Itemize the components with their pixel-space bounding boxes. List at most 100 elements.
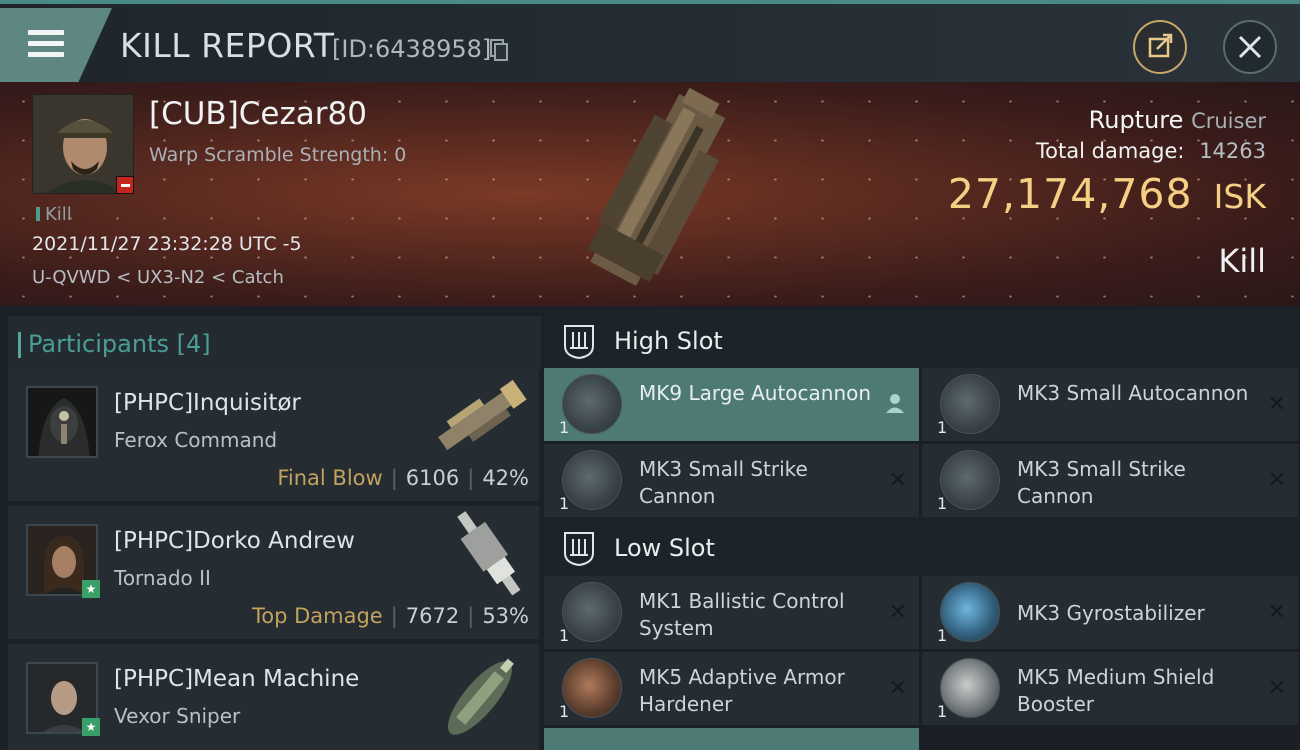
ship-class: Cruiser xyxy=(1191,109,1266,133)
participant-ship-image xyxy=(457,511,521,596)
module-quantity: 1 xyxy=(559,418,570,437)
module-slot[interactable] xyxy=(544,728,919,750)
participant-name: [PHPC]Inquisitør xyxy=(114,390,301,416)
participants-count: [4] xyxy=(176,330,211,358)
module-slot[interactable]: 1 MK3 Gyrostabilizer ✕ xyxy=(922,576,1298,649)
slot-icon xyxy=(564,532,594,567)
module-name: MK3 Small Autocannon xyxy=(1017,381,1249,405)
menu-icon xyxy=(28,30,64,60)
avatar xyxy=(26,386,98,458)
menu-button[interactable] xyxy=(0,8,112,82)
module-name: MK5 Adaptive Armor Hardener xyxy=(639,665,845,716)
fitting-panel: High Slot 1 MK9 Large Autocannon 1 MK3 S… xyxy=(544,306,1300,750)
participants-panel: Participants [4] [PHPC]Inquisitør Ferox … xyxy=(0,306,543,750)
participant-ship: Tornado II xyxy=(114,566,211,590)
module-quantity: 1 xyxy=(937,626,948,645)
total-damage-label: Total damage: xyxy=(1035,139,1185,163)
final-blow-tag: Final Blow xyxy=(277,466,383,490)
module-quantity: 1 xyxy=(559,494,570,513)
module-quantity: 1 xyxy=(559,626,570,645)
top-damage-tag: Top Damage xyxy=(251,604,383,628)
participant-damage: 6106 xyxy=(405,466,460,490)
module-slot[interactable]: 1 MK3 Small Autocannon ✕ xyxy=(922,368,1298,441)
module-quantity: 1 xyxy=(937,418,948,437)
x-icon: ✕ xyxy=(1267,676,1286,701)
x-icon: ✕ xyxy=(1267,600,1286,625)
module-quantity: 1 xyxy=(559,702,570,721)
module-name: MK3 Small Strike Cannon xyxy=(1017,457,1186,508)
shield-booster-icon xyxy=(940,658,1000,718)
participants-header: Participants [4] xyxy=(8,316,541,370)
total-damage-value: 14263 xyxy=(1199,139,1266,163)
strike-cannon-icon xyxy=(940,450,1000,510)
low-slot-title: Low Slot xyxy=(614,534,715,562)
star-icon: ★ xyxy=(82,580,100,598)
high-slot-header: High Slot xyxy=(544,310,1300,368)
isk-value: 27,174,768 ISK xyxy=(948,170,1266,218)
high-slot-title: High Slot xyxy=(614,327,723,355)
x-icon: ✕ xyxy=(1267,392,1286,417)
participant-ship: Vexor Sniper xyxy=(114,704,241,728)
armor-hardener-icon xyxy=(562,658,622,718)
module-slot[interactable]: 1 MK3 Small Strike Cannon ✕ xyxy=(922,444,1298,517)
warp-scramble-strength: Warp Scramble Strength: 0 xyxy=(149,144,407,166)
participant-stats: Final Blow | 6106 | 42% xyxy=(277,466,529,490)
participant-ship-image xyxy=(438,379,527,451)
participant-percent: 42% xyxy=(482,466,529,490)
kill-location[interactable]: U-QVWD < UX3-N2 < Catch xyxy=(32,267,284,288)
module-name: MK5 Medium Shield Booster xyxy=(1017,665,1215,716)
title-bar: KILL REPORT [ID:6438958] xyxy=(0,0,1300,82)
victim-banner: [CUB]Cezar80 Warp Scramble Strength: 0 K… xyxy=(0,82,1300,306)
module-name: MK9 Large Autocannon xyxy=(639,381,872,405)
module-slot[interactable]: 1 MK3 Small Strike Cannon ✕ xyxy=(544,444,919,517)
participant-ship-image xyxy=(447,658,514,735)
x-icon: ✕ xyxy=(888,600,907,625)
module-slot[interactable]: 1 MK1 Ballistic Control System ✕ xyxy=(544,576,919,649)
person-icon xyxy=(886,394,904,413)
module-name: MK3 Gyrostabilizer xyxy=(1017,601,1205,625)
strike-cannon-icon xyxy=(562,450,622,510)
share-icon xyxy=(1148,33,1173,58)
participant-row[interactable]: ★ [PHPC]Mean Machine Vexor Sniper xyxy=(8,644,539,750)
victim-ship[interactable]: Rupture Cruiser xyxy=(1089,106,1266,134)
close-button[interactable] xyxy=(1223,20,1277,74)
gyrostabilizer-icon xyxy=(940,582,1000,642)
participant-percent: 53% xyxy=(482,604,529,628)
participant-row[interactable]: ★ [PHPC]Dorko Andrew Tornado II Top Dama… xyxy=(8,506,539,639)
participant-stats: Top Damage | 7672 | 53% xyxy=(251,604,529,628)
x-icon: ✕ xyxy=(888,468,907,493)
result-label: Kill xyxy=(1218,242,1266,280)
hostile-badge xyxy=(116,176,134,194)
kill-datetime: 2021/11/27 23:32:28 UTC -5 xyxy=(32,233,302,255)
module-slot[interactable]: 1 MK9 Large Autocannon xyxy=(544,368,919,441)
module-slot[interactable]: 1 MK5 Adaptive Armor Hardener ✕ xyxy=(544,652,919,725)
x-icon: ✕ xyxy=(888,676,907,701)
participant-damage: 7672 xyxy=(405,604,460,628)
module-name: MK3 Small Strike Cannon xyxy=(639,457,808,508)
module-quantity: 1 xyxy=(937,702,948,721)
x-icon: ✕ xyxy=(1267,468,1286,493)
isk-amount: 27,174,768 xyxy=(947,170,1193,218)
module-quantity: 1 xyxy=(937,494,948,513)
participant-ship: Ferox Command xyxy=(114,428,278,452)
copy-icon[interactable] xyxy=(490,39,508,61)
ballistic-control-icon xyxy=(562,582,622,642)
autocannon-icon xyxy=(940,374,1000,434)
victim-name[interactable]: [CUB]Cezar80 xyxy=(149,96,367,132)
isk-unit: ISK xyxy=(1213,177,1266,216)
participant-row[interactable]: [PHPC]Inquisitør Ferox Command Final Blo… xyxy=(8,368,539,501)
star-icon: ★ xyxy=(82,718,100,736)
module-name: MK1 Ballistic Control System xyxy=(639,589,845,640)
module-slot[interactable]: 1 MK5 Medium Shield Booster ✕ xyxy=(922,652,1298,725)
participant-name: [PHPC]Dorko Andrew xyxy=(114,528,355,554)
close-icon xyxy=(1238,35,1262,59)
page-title: KILL REPORT xyxy=(120,26,335,65)
participants-title: Participants xyxy=(28,330,169,358)
kill-tag: Kill xyxy=(36,204,72,225)
share-button[interactable] xyxy=(1133,20,1187,74)
low-slot-header: Low Slot xyxy=(544,517,1300,575)
report-id: [ID:6438958] xyxy=(332,35,492,63)
victim-ship-image xyxy=(587,87,726,287)
slot-icon xyxy=(564,325,594,360)
total-damage: Total damage: 14263 xyxy=(1036,139,1266,163)
